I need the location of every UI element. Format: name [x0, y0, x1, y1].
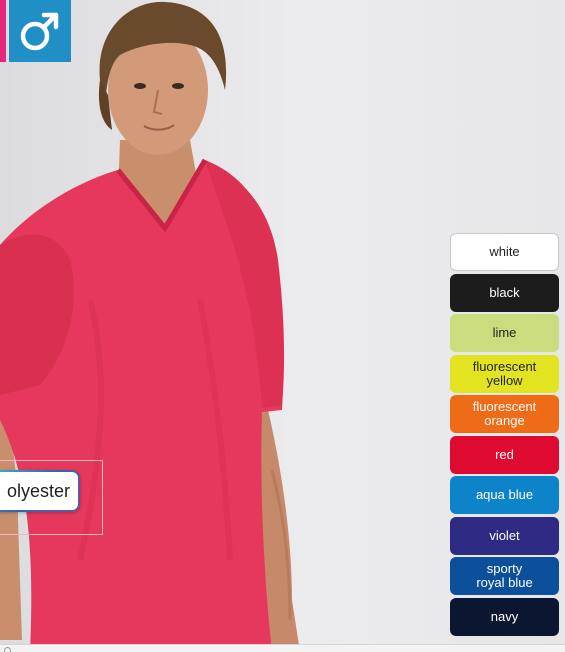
color-swatch-violet[interactable]: violet	[450, 516, 559, 555]
color-swatch-red[interactable]: red	[450, 435, 559, 474]
color-swatch-lime[interactable]: lime	[450, 314, 559, 352]
color-swatch-label: aqua blue	[475, 487, 534, 502]
color-swatch-label: sporty royal blue	[476, 561, 533, 590]
color-swatch-fluorescent-yellow[interactable]: fluorescent yellow	[450, 354, 559, 393]
color-swatch-navy[interactable]: navy	[450, 597, 559, 636]
color-swatch-white[interactable]: white	[450, 233, 559, 271]
bottom-toolbar	[0, 644, 565, 652]
color-swatch-label: white	[489, 244, 520, 259]
color-swatch-sporty-royal-blue[interactable]: sporty royal blue	[450, 557, 559, 595]
color-swatch-aqua-blue[interactable]: aqua blue	[450, 476, 559, 514]
male-symbol-icon	[20, 12, 59, 51]
color-swatch-label: fluorescent orange	[472, 399, 537, 428]
color-swatch-label: lime	[492, 325, 517, 340]
color-swatch-black[interactable]: black	[450, 273, 559, 312]
color-swatch-label: navy	[490, 608, 519, 624]
gender-badge	[9, 0, 71, 62]
material-tag: olyester	[0, 470, 80, 512]
color-swatch-label: fluorescent yellow	[472, 358, 537, 388]
product-photo: olyester white black lime fluorescent yello…	[0, 0, 565, 652]
color-swatch-label: black	[489, 284, 520, 300]
material-label: olyester	[6, 481, 70, 501]
color-swatch-fluorescent-orange[interactable]: fluorescent orange	[450, 395, 559, 433]
color-swatch-list: white black lime fluorescent yellow fluoresc…	[450, 233, 559, 638]
gender-accent-strip	[0, 0, 6, 62]
color-swatch-label: violet	[489, 527, 520, 543]
color-swatch-label: red	[495, 446, 514, 462]
toolbar-handle-icon	[4, 647, 11, 652]
